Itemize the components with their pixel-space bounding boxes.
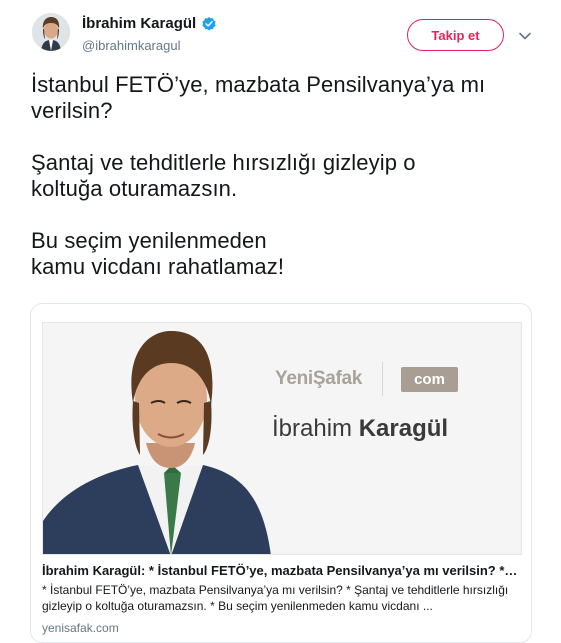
brand-suffix: com <box>401 366 458 392</box>
tweet-line: koltuğa oturamazsın. <box>31 176 238 201</box>
chevron-down-icon[interactable] <box>518 28 532 40</box>
tweet-gap <box>31 124 531 150</box>
brand-logo: YeniŞafak com <box>275 362 458 396</box>
display-name-text[interactable]: İbrahim Karagül <box>82 15 196 32</box>
card-author-name: İbrahim Karagül <box>272 415 448 443</box>
verified-badge-icon <box>201 16 217 32</box>
card-image[interactable]: YeniŞafak com İbrahim Karagül <box>42 322 522 555</box>
brand-separator <box>382 362 384 396</box>
user-handle[interactable]: @ibrahimkaragul <box>82 38 180 53</box>
tweet-line: kamu vicdanı rahatlamaz! <box>31 254 285 279</box>
brand-name: YeniŞafak <box>275 368 363 389</box>
link-card[interactable]: YeniŞafak com İbrahim Karagül İbrahim Ka… <box>30 303 532 643</box>
card-domain: yenisafak.com <box>42 621 119 635</box>
card-title[interactable]: İbrahim Karagül: * İstanbul FETÖ’ye, maz… <box>42 562 520 580</box>
card-description: * İstanbul FETÖ’ye, mazbata Pensilvanya’… <box>42 583 509 613</box>
tweet-line: Bu seçim yenilenmeden <box>31 228 267 253</box>
follow-button[interactable]: Takip et <box>407 19 504 51</box>
tweet-gap <box>31 202 531 228</box>
card-body[interactable]: İbrahim Karagül: * İstanbul FETÖ’ye, maz… <box>42 562 520 635</box>
tweet-line: Şantaj ve tehditlerle hırsızlığı gizleyi… <box>31 150 416 175</box>
display-name[interactable]: İbrahim Karagül <box>82 15 217 32</box>
tweet-line: İstanbul FETÖ’ye, mazbata Pensilvanya’ya… <box>31 72 486 97</box>
tweet-header: İbrahim Karagül @ibrahimkaragul Takip et <box>0 0 561 70</box>
author-last-name: Karagül <box>358 415 449 442</box>
avatar[interactable] <box>32 13 70 51</box>
author-first-name: İbrahim <box>272 415 353 442</box>
tweet-text: İstanbul FETÖ’ye, mazbata Pensilvanya’ya… <box>31 72 531 280</box>
tweet-line: verilsin? <box>31 98 113 123</box>
